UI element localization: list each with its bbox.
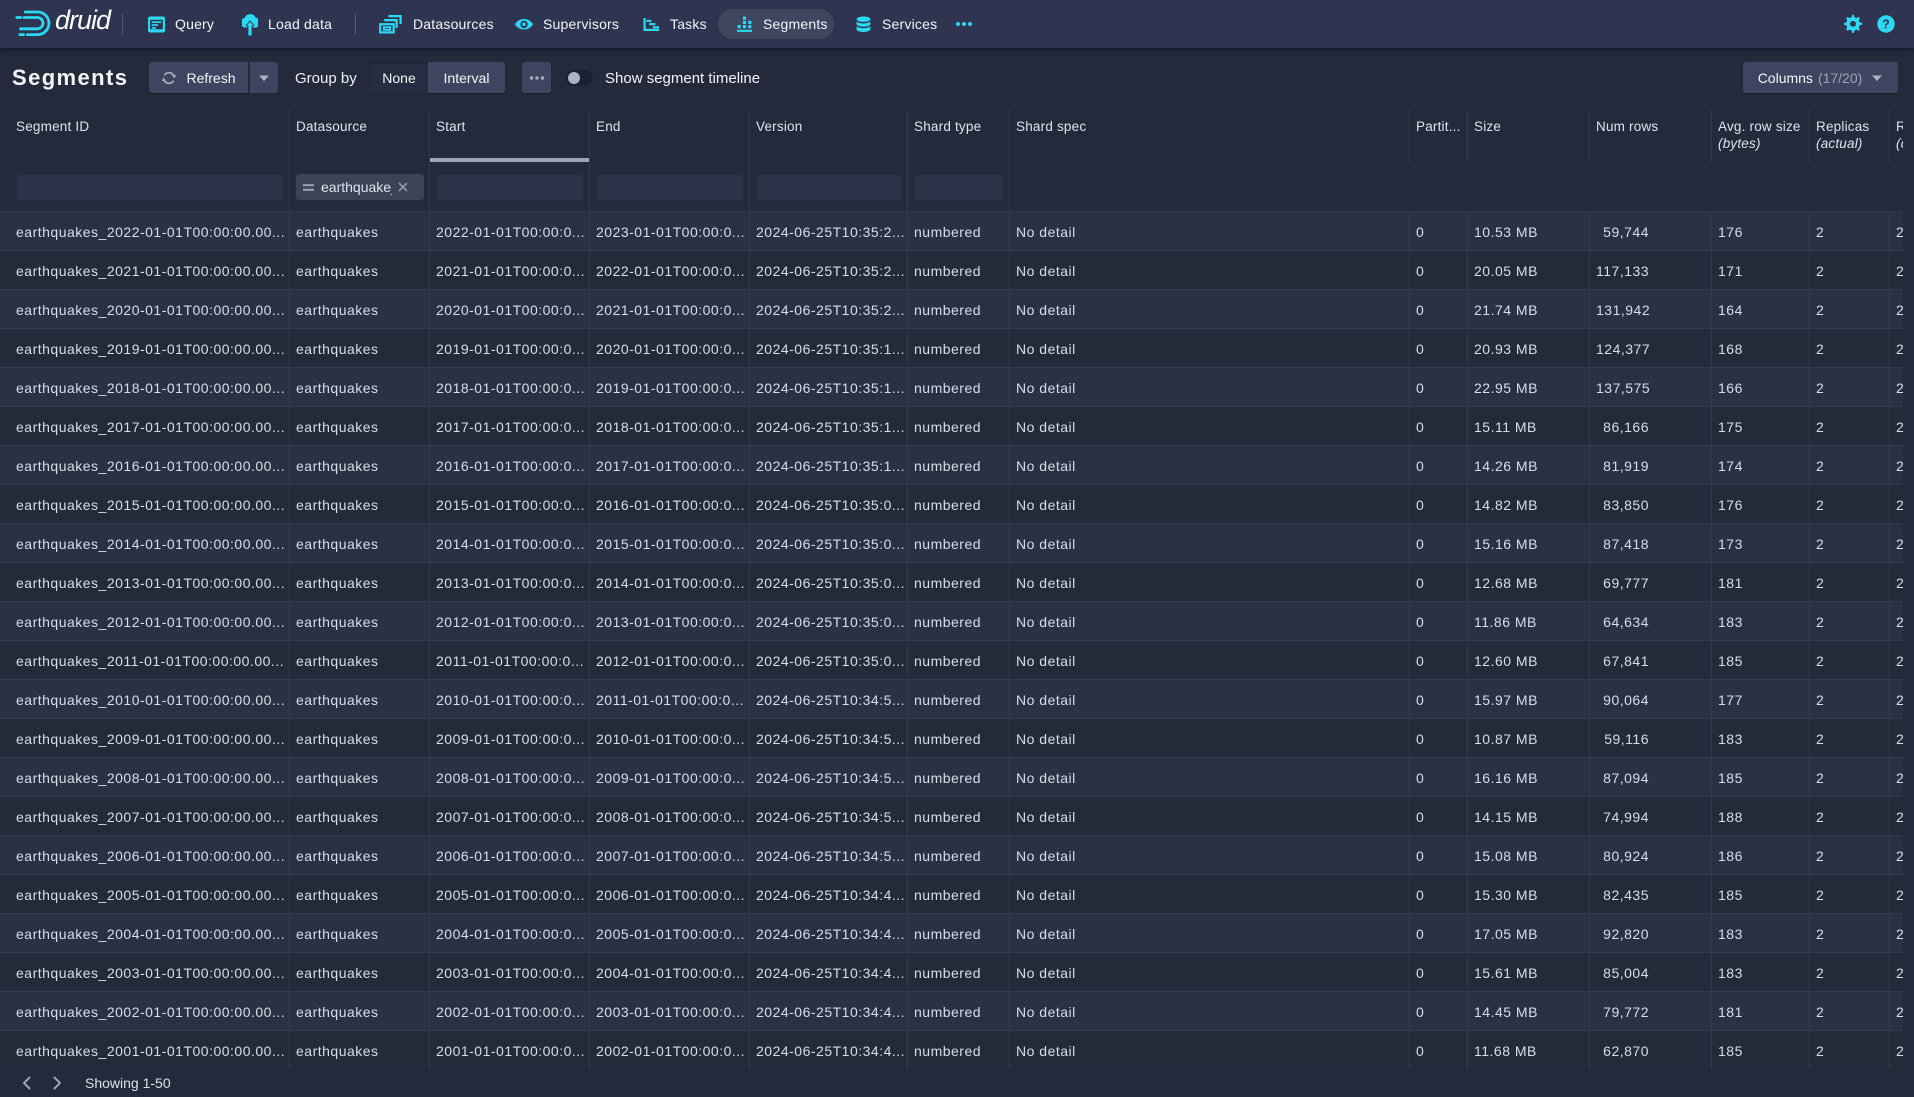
svg-text:?: ?	[1882, 18, 1890, 32]
